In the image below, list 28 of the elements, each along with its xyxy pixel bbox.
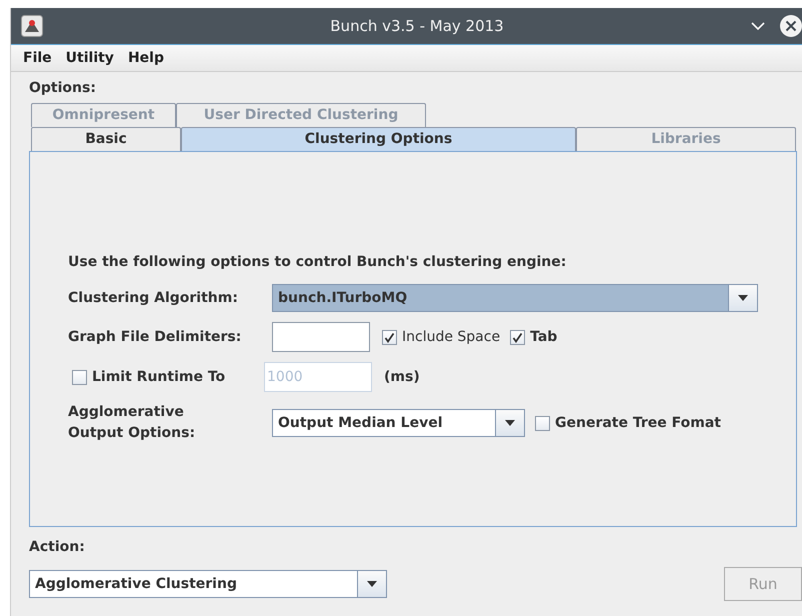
tab[interactable]: Basic: [31, 127, 181, 151]
checkbox[interactable]: Generate Tree Fomat: [535, 415, 721, 431]
close-icon[interactable]: [779, 14, 802, 38]
field-label: Agglomerative Output Options:: [68, 403, 196, 443]
action-dropdown[interactable]: Agglomerative Clustering: [29, 570, 387, 598]
app-icon: [21, 15, 43, 37]
chevron-down-icon[interactable]: [751, 22, 765, 30]
section-label: Options:: [29, 80, 97, 98]
field-label: Graph File Delimiters:: [68, 329, 242, 345]
caret-icon: [505, 420, 515, 426]
menu-item[interactable]: File: [23, 50, 52, 66]
section-label: Action:: [29, 539, 86, 557]
output-dropdown[interactable]: Output Median Level: [272, 409, 525, 437]
caret-icon: [367, 581, 377, 587]
field-label: Clustering Algorithm:: [68, 290, 239, 306]
tab[interactable]: Clustering Options: [181, 127, 576, 151]
checkbox[interactable]: Tab: [510, 329, 558, 345]
window-title: Bunch v3.5 - May 2013: [329, 17, 505, 35]
caret-icon: [738, 295, 748, 301]
check-icon: [512, 332, 524, 342]
delimiters-field[interactable]: [272, 322, 370, 352]
checkbox[interactable]: Include Space: [382, 329, 500, 345]
intro-text: Use the following options to control Bunch's clustering engine:: [68, 254, 568, 272]
menu-item[interactable]: Utility: [66, 50, 114, 66]
menu-item[interactable]: Help: [128, 50, 164, 66]
algorithm-dropdown[interactable]: bunch.ITurboMQ: [272, 284, 758, 312]
unit-label: (ms): [384, 369, 420, 385]
check-icon: [384, 332, 395, 342]
